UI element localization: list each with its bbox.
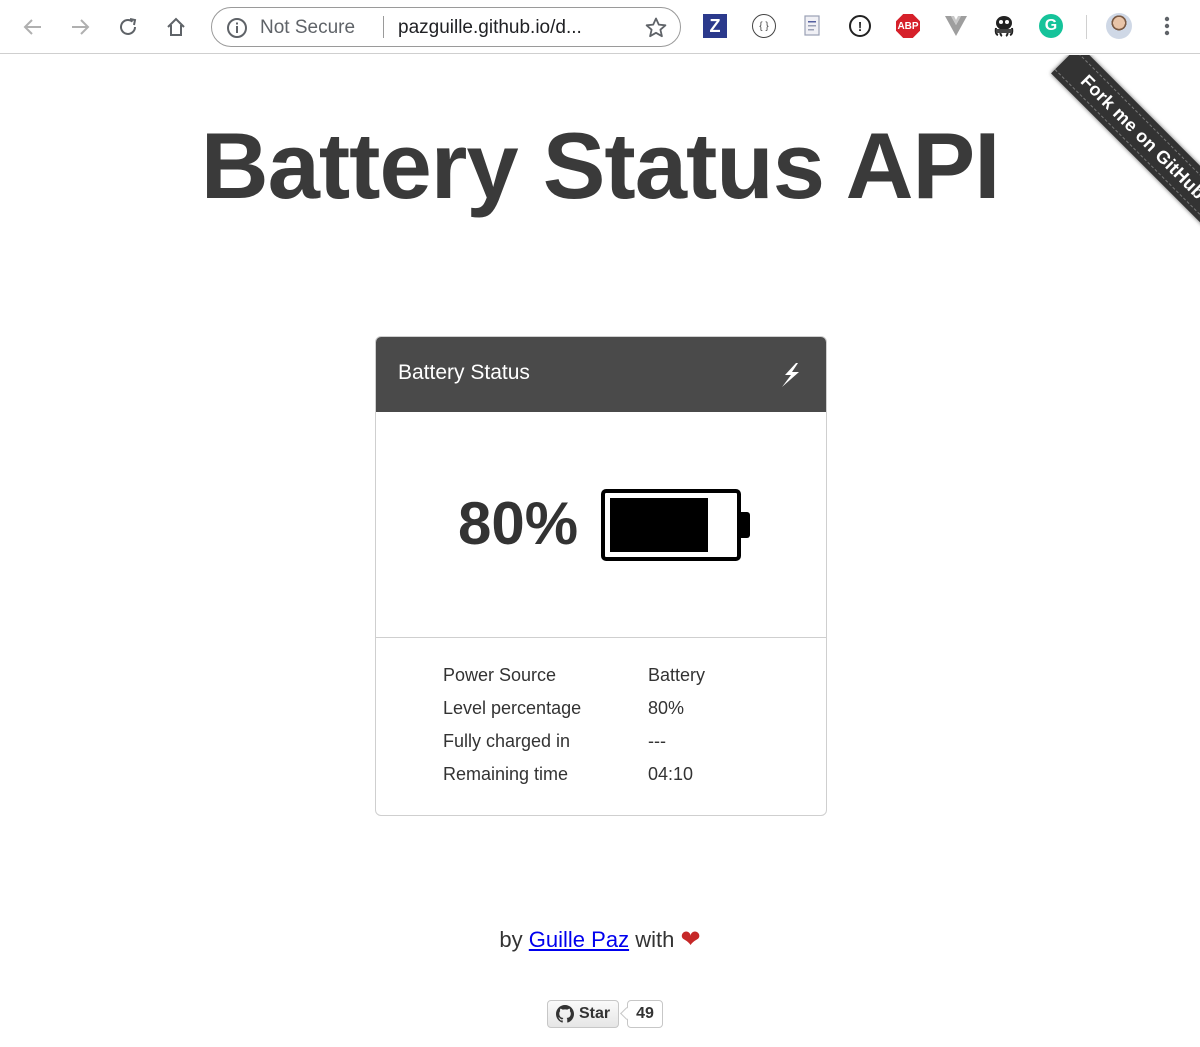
- toolbar-divider: [1086, 15, 1087, 39]
- forward-button[interactable]: [64, 11, 96, 43]
- lightning-bolt-icon: [782, 363, 799, 387]
- address-bar[interactable]: Not Secure pazguille.github.io/d...: [211, 7, 681, 47]
- back-arrow-icon: [23, 19, 41, 35]
- github-star-count[interactable]: 49: [627, 1000, 663, 1028]
- grammarly-icon[interactable]: G: [1038, 13, 1064, 39]
- json-viewer-glyph: { }: [752, 14, 776, 38]
- info-icon[interactable]: [226, 17, 248, 39]
- adblock-glyph: ABP: [896, 14, 920, 38]
- battery-icon: [601, 489, 741, 561]
- home-icon: [167, 17, 185, 36]
- url-text[interactable]: pazguille.github.io/d...: [398, 17, 628, 39]
- kebab-menu-icon: [1164, 16, 1170, 36]
- zotero-icon[interactable]: Z: [702, 13, 728, 39]
- octopus-extension-icon[interactable]: [991, 13, 1017, 39]
- home-button[interactable]: [160, 11, 192, 43]
- remaining-time-label: Remaining time: [443, 764, 569, 784]
- octopus-icon: [994, 16, 1014, 37]
- page-title: Battery Status API: [200, 113, 1001, 218]
- forward-arrow-icon: [72, 19, 90, 35]
- browser-toolbar: Not Secure pazguille.github.io/d... Z { …: [0, 0, 1200, 54]
- vue-icon: [945, 16, 967, 36]
- github-star-label: Star: [579, 1005, 611, 1022]
- password-manager-icon[interactable]: !: [847, 13, 873, 39]
- detail-row-fully-charged-in: Fully charged in ---: [443, 731, 763, 764]
- power-source-label: Power Source: [443, 665, 557, 685]
- reload-icon: [120, 18, 137, 35]
- fully-charged-in-label: Fully charged in: [443, 731, 571, 751]
- heart-icon: ❤: [680, 926, 701, 953]
- password-manager-glyph: !: [849, 15, 871, 37]
- avatar-image: [1106, 13, 1132, 39]
- github-star-button[interactable]: Star: [547, 1000, 620, 1028]
- author-link[interactable]: Guille Paz: [529, 927, 629, 952]
- battery-status-card: Battery Status 80% Power Source Battery …: [375, 336, 827, 816]
- credit-by-text: by: [499, 927, 523, 952]
- battery-fill: [610, 498, 708, 552]
- back-button[interactable]: [17, 11, 49, 43]
- author-credit: by Guille Paz with ❤: [0, 925, 1200, 954]
- detail-row-remaining-time: Remaining time 04:10: [443, 764, 763, 797]
- document-icon: [804, 15, 820, 36]
- github-octocat-icon: [556, 1005, 574, 1023]
- level-percentage-label: Level percentage: [443, 698, 582, 718]
- battery-level-text: 80%: [458, 490, 579, 557]
- card-divider: [376, 637, 826, 638]
- detail-row-power-source: Power Source Battery: [443, 665, 763, 698]
- remaining-time-value: 04:10: [648, 764, 694, 784]
- card-title: Battery Status: [398, 361, 530, 384]
- level-percentage-value: 80%: [648, 698, 685, 718]
- json-viewer-icon[interactable]: { }: [751, 13, 777, 39]
- zotero-glyph: Z: [703, 14, 727, 38]
- detail-row-level-percentage: Level percentage 80%: [443, 698, 763, 731]
- card-header: Battery Status: [376, 337, 826, 412]
- battery-details-list: Power Source Battery Level percentage 80…: [443, 665, 763, 797]
- document-extension-icon[interactable]: [799, 13, 825, 39]
- security-label[interactable]: Not Secure: [260, 17, 355, 39]
- omnibox-separator: [383, 16, 384, 38]
- power-source-value: Battery: [648, 665, 706, 685]
- adblock-plus-icon[interactable]: ABP: [895, 13, 921, 39]
- vue-devtools-icon[interactable]: [943, 13, 969, 39]
- github-star-count-wrap: 49: [627, 1000, 663, 1028]
- github-star-widget: Star 49: [547, 999, 663, 1029]
- bookmark-star-icon[interactable]: [644, 16, 668, 40]
- browser-menu-button[interactable]: [1154, 13, 1180, 39]
- fully-charged-in-value: ---: [648, 731, 666, 751]
- grammarly-glyph: G: [1039, 14, 1063, 38]
- battery-terminal: [741, 512, 750, 538]
- profile-avatar[interactable]: [1106, 13, 1132, 39]
- reload-button[interactable]: [112, 11, 144, 43]
- credit-with-text: with: [635, 927, 675, 952]
